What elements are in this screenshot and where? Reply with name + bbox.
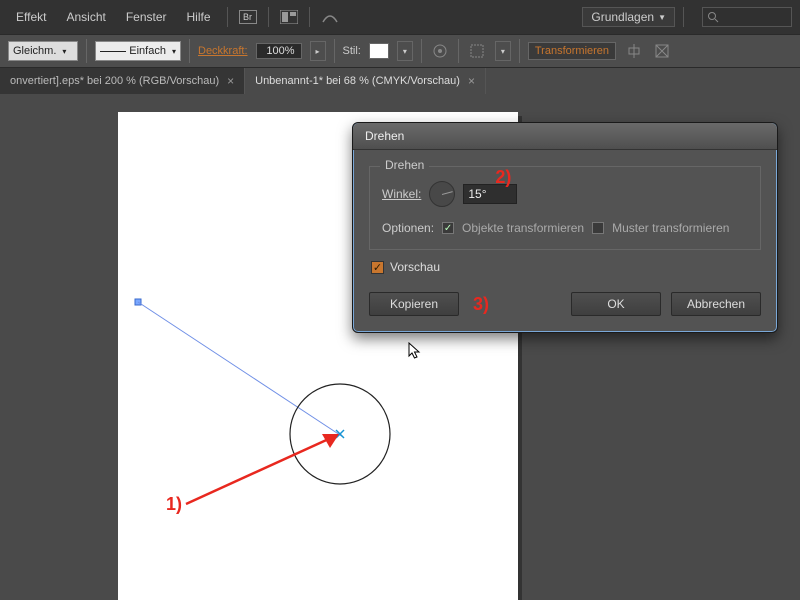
style-dropdown[interactable]: ▾	[397, 41, 413, 61]
chevron-down-icon: ▼	[658, 13, 666, 22]
menu-bar: Effekt Ansicht Fenster Hilfe Br Grundlag…	[0, 0, 800, 34]
annotation-2: 2)	[495, 167, 511, 188]
transform-objects-checkbox[interactable]: ✓	[442, 222, 454, 234]
stroke-style-dropdown[interactable]: Einfach▾	[95, 41, 181, 61]
arrange-docs-icon[interactable]	[277, 7, 301, 27]
path-segment[interactable]	[138, 302, 343, 437]
opacity-stepper[interactable]: ▸	[310, 41, 326, 61]
annotation-arrow	[186, 437, 333, 504]
document-tab[interactable]: Unbenannt-1* bei 68 % (CMYK/Vorschau) ×	[245, 68, 486, 94]
transform-objects-label: Objekte transformieren	[462, 221, 584, 235]
opacity-label: Deckkraft:	[198, 45, 248, 57]
separator	[227, 7, 228, 27]
menu-fenster[interactable]: Fenster	[118, 6, 175, 28]
options-label: Optionen:	[382, 221, 434, 235]
opacity-value[interactable]: 100%	[256, 43, 302, 59]
tab-label: Unbenannt-1* bei 68 % (CMYK/Vorschau)	[255, 75, 460, 87]
transform-patterns-checkbox[interactable]	[592, 222, 604, 234]
cursor-icon	[408, 342, 422, 360]
align-panel-icon[interactable]	[624, 41, 644, 61]
fieldset-legend: Drehen	[380, 158, 429, 172]
search-input[interactable]	[702, 7, 792, 27]
tab-label: onvertiert].eps* bei 200 % (RGB/Vorschau…	[10, 75, 219, 87]
preview-label: Vorschau	[390, 260, 440, 274]
rotate-fieldset: Drehen Winkel: 15° 2) Optionen: ✓ Objekt…	[369, 166, 761, 250]
copy-button[interactable]: Kopieren	[369, 292, 459, 316]
workspace-switcher[interactable]: Grundlagen ▼	[582, 7, 675, 27]
document-tab[interactable]: onvertiert].eps* bei 200 % (RGB/Vorschau…	[0, 68, 245, 94]
ok-button[interactable]: OK	[571, 292, 661, 316]
annotation-1: 1)	[166, 494, 182, 515]
separator	[268, 7, 269, 27]
angle-dial[interactable]	[429, 181, 455, 207]
isolate-icon[interactable]	[652, 41, 672, 61]
search-icon	[707, 11, 719, 23]
rotate-dialog: Drehen Drehen Winkel: 15° 2) Optionen: ✓…	[352, 122, 778, 333]
select-similar-icon[interactable]	[467, 41, 487, 61]
cancel-button[interactable]: Abbrechen	[671, 292, 761, 316]
menu-effekt[interactable]: Effekt	[8, 6, 54, 28]
menu-hilfe[interactable]: Hilfe	[179, 6, 219, 28]
dialog-title: Drehen	[353, 123, 777, 150]
menu-ansicht[interactable]: Ansicht	[58, 6, 113, 28]
bridge-icon[interactable]: Br	[236, 7, 260, 27]
workspace-label: Grundlagen	[591, 10, 654, 24]
angle-label: Winkel:	[382, 187, 421, 201]
separator	[309, 7, 310, 27]
preview-checkbox[interactable]: ✓	[371, 261, 384, 274]
transform-panel-button[interactable]: Transformieren	[528, 42, 616, 60]
close-icon[interactable]: ×	[227, 74, 234, 88]
style-label: Stil:	[343, 45, 361, 57]
transform-patterns-label: Muster transformieren	[612, 221, 729, 235]
options-bar: Gleichm.▾ Einfach▾ Deckkraft: 100% ▸ Sti…	[0, 34, 800, 68]
annotation-3: 3)	[473, 294, 489, 315]
close-icon[interactable]: ×	[468, 74, 475, 88]
select-similar-menu[interactable]: ▾	[495, 41, 511, 61]
align-dropdown[interactable]: Gleichm.▾	[8, 41, 78, 61]
recolor-icon[interactable]	[430, 41, 450, 61]
document-tabs: onvertiert].eps* bei 200 % (RGB/Vorschau…	[0, 68, 800, 94]
separator	[683, 7, 684, 27]
tool-icon[interactable]	[318, 7, 342, 27]
style-swatch[interactable]	[369, 43, 389, 59]
